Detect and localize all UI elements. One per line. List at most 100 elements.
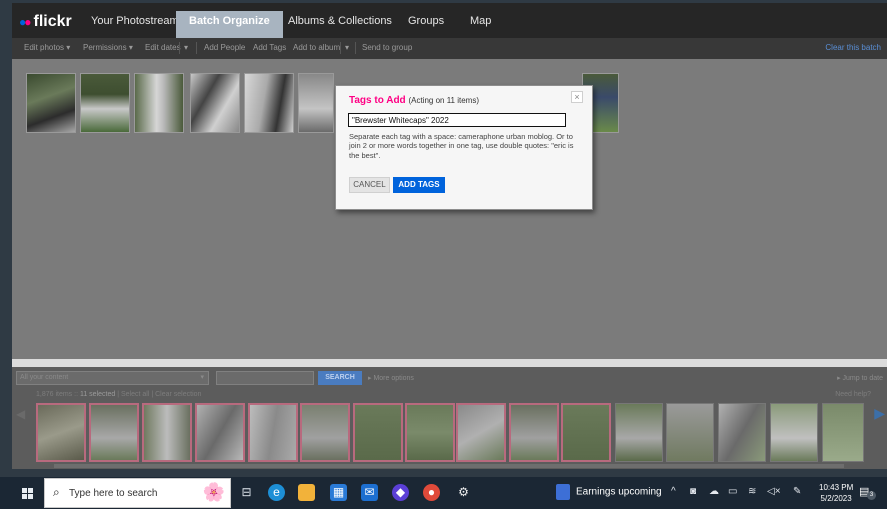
clear-selection-link[interactable]: Clear selection — [155, 391, 201, 398]
taskbar: ⌕ Type here to search 🌸 ⊟ e ▦ ✉ ◆ ● ⚙ Ea… — [0, 477, 887, 509]
items-selected: 11 selected — [79, 391, 116, 398]
filmstrip-photo[interactable] — [666, 403, 714, 462]
batch-photo[interactable] — [26, 73, 76, 133]
more-options-link[interactable]: ▸ More options — [368, 374, 414, 382]
filmstrip-photo[interactable] — [770, 403, 818, 462]
chevron-up-icon[interactable]: ^ — [671, 486, 676, 497]
dialog-title-text: Tags to Add — [349, 95, 406, 106]
store-icon[interactable]: ▦ — [330, 484, 347, 501]
camera-icon[interactable]: ◙ — [690, 486, 696, 497]
edit-photos-menu[interactable]: Edit photos ▾ — [24, 43, 70, 52]
copilot-icon[interactable]: ◆ — [392, 484, 409, 501]
items-info: 1,876 items :: 11 selected | Select all … — [36, 391, 202, 398]
add-tags-menu[interactable]: Add Tags — [253, 43, 286, 52]
notification-badge: 3 — [867, 491, 876, 500]
top-nav: ●● flickr Your Photostream Batch Organize… — [12, 3, 887, 38]
scroll-right-icon[interactable]: ▶ — [874, 405, 885, 422]
batch-photo[interactable] — [134, 73, 184, 133]
tag-input[interactable] — [348, 113, 566, 127]
divider — [340, 42, 341, 54]
taskbar-search[interactable]: ⌕ Type here to search 🌸 — [44, 478, 231, 508]
pen-icon[interactable]: ✎ — [793, 486, 801, 497]
filmstrip-photo[interactable] — [561, 403, 611, 462]
filmstrip-photo[interactable] — [509, 403, 559, 462]
desktop: ●● flickr Your Photostream Batch Organize… — [0, 0, 887, 509]
search-icon: ⌕ — [53, 485, 60, 499]
filmstrip-scrollbar[interactable] — [54, 464, 844, 468]
tags-dialog: Tags to Add (Acting on 11 items) × Separ… — [335, 85, 593, 210]
filmstrip-photo[interactable] — [456, 403, 506, 462]
tab-map[interactable]: Map — [470, 15, 491, 27]
mail-icon[interactable]: ✉ — [361, 484, 378, 501]
volume-icon[interactable]: ◁× — [767, 486, 781, 497]
settings-icon[interactable]: ⚙ — [455, 484, 472, 501]
news-icon — [556, 484, 570, 500]
select-all-link[interactable]: Select all — [121, 391, 149, 398]
need-help-link[interactable]: Need help? — [835, 391, 871, 398]
edit-dates-button[interactable]: Edit dates — [145, 43, 181, 52]
search-button[interactable]: SEARCH — [318, 371, 362, 385]
filmstrip-photo[interactable] — [36, 403, 86, 462]
batch-photo[interactable] — [298, 73, 334, 133]
edge-icon[interactable]: e — [268, 484, 285, 501]
chrome-icon[interactable]: ● — [423, 484, 440, 501]
filmstrip-photo[interactable] — [142, 403, 192, 462]
news-label: Earnings upcoming — [576, 486, 662, 498]
clock[interactable]: 10:43 PM 5/2/2023 — [819, 482, 853, 504]
edit-photos-label: Edit photos — [24, 43, 65, 52]
batch-toolbar: Edit photos ▾ Permissions ▾ Edit dates ▾… — [12, 38, 887, 59]
filmstrip-photo[interactable] — [718, 403, 766, 462]
filmstrip-photo[interactable] — [300, 403, 350, 462]
chevron-down-icon[interactable]: ▾ — [184, 43, 188, 52]
divider — [355, 42, 356, 54]
close-icon[interactable]: × — [571, 91, 583, 103]
divider — [179, 42, 180, 54]
chevron-down-icon: ▾ — [128, 43, 133, 52]
cloud-icon[interactable]: ☁ — [709, 486, 719, 497]
wifi-icon[interactable]: ≋ — [748, 486, 756, 497]
filmstrip-photo[interactable] — [405, 403, 455, 462]
notification-icon[interactable]: ▤ 3 — [859, 485, 876, 500]
batch-photo[interactable] — [80, 73, 130, 133]
tab-your-photostream[interactable]: Your Photostream — [91, 15, 179, 27]
jump-to-date-link[interactable]: ▸ Jump to date — [837, 374, 883, 382]
tab-albums-collections[interactable]: Albums & Collections — [288, 15, 392, 27]
permissions-label: Permissions — [83, 43, 127, 52]
clock-date: 5/2/2023 — [820, 494, 852, 503]
dialog-title: Tags to Add (Acting on 11 items) — [349, 95, 479, 106]
batch-photo[interactable] — [190, 73, 240, 133]
scroll-left-icon[interactable]: ◀ — [16, 407, 25, 421]
add-people-button[interactable]: Add People — [204, 43, 245, 52]
permissions-menu[interactable]: Permissions ▾ — [83, 43, 133, 52]
windows-start-icon[interactable] — [22, 488, 33, 499]
filmstrip-photo[interactable] — [248, 403, 298, 462]
add-tags-button[interactable]: ADD TAGS — [393, 177, 445, 193]
battery-icon[interactable]: ▭ — [728, 486, 737, 497]
items-count: 1,876 items — [36, 391, 73, 398]
filmstrip-photo[interactable] — [353, 403, 403, 462]
news-widget[interactable]: Earnings upcoming — [556, 484, 662, 502]
tab-groups[interactable]: Groups — [408, 15, 444, 27]
filmstrip-photo[interactable] — [822, 403, 864, 462]
acting-count: (Acting on 11 items) — [408, 96, 479, 105]
file-explorer-icon[interactable] — [298, 484, 315, 501]
filmstrip-photo[interactable] — [195, 403, 245, 462]
filmstrip-photo[interactable] — [615, 403, 663, 462]
flower-icon: 🌸 — [202, 482, 225, 502]
search-input[interactable] — [216, 371, 314, 385]
flickr-dots-icon: ●● — [19, 15, 32, 29]
task-view-icon[interactable]: ⊟ — [238, 484, 255, 501]
cancel-button[interactable]: CANCEL — [349, 177, 390, 193]
add-to-album-button[interactable]: Add to album — [293, 43, 340, 52]
flickr-logo[interactable]: ●● flickr — [19, 13, 72, 31]
chevron-down-icon: ▾ — [66, 43, 71, 52]
tab-batch-organize[interactable]: Batch Organize — [176, 11, 283, 38]
filmstrip-photo[interactable] — [89, 403, 139, 462]
photo-picker-panel: All your content ▾ SEARCH ▸ More options … — [12, 367, 887, 469]
divider — [196, 42, 197, 54]
clear-batch-link[interactable]: Clear this batch — [825, 43, 881, 52]
content-filter-select[interactable]: All your content ▾ — [16, 371, 209, 385]
batch-photo[interactable] — [244, 73, 294, 133]
send-to-group-button[interactable]: Send to group — [362, 43, 412, 52]
chevron-down-icon[interactable]: ▾ — [345, 43, 349, 52]
